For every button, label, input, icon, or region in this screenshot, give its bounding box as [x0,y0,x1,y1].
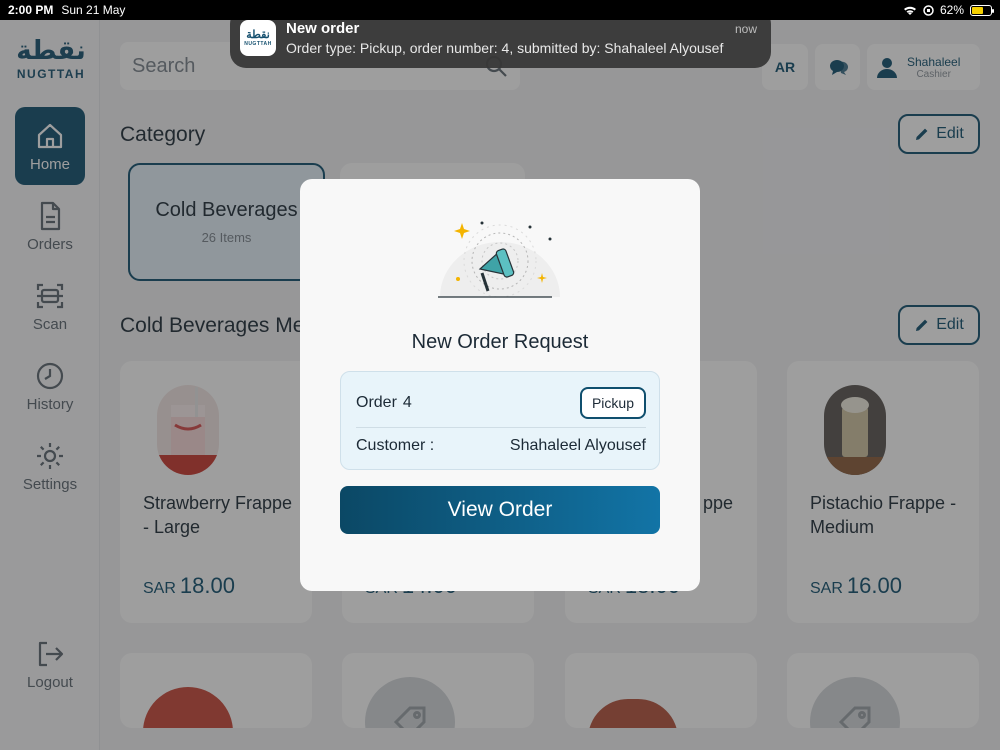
status-bar: 2:00 PM Sun 21 May 62% [0,0,1000,20]
order-label: Order [356,394,397,411]
modal-title: New Order Request [411,331,589,353]
notification-title: New order [286,20,360,37]
notification-body: New order Order type: Pickup, order numb… [286,20,761,56]
battery-percent: 62% [939,3,964,17]
orientation-lock-icon [923,4,934,16]
order-number-row: Order 4 Pickup [356,387,646,419]
divider [356,427,646,428]
order-summary: Order 4 Pickup Customer : Shahaleel Alyo… [340,371,660,470]
wifi-icon [903,6,916,15]
megaphone-icon [438,221,560,298]
order-type-badge: Pickup [579,387,646,419]
new-order-modal: New Order Request Order 4 Pickup Custome… [300,179,700,591]
view-order-button[interactable]: View Order [340,486,660,534]
app-icon-arabic: نقطة [246,28,270,41]
status-time: 2:00 PM [8,3,54,17]
status-right: 62% [903,3,994,17]
app-icon: نقطة NUGTTAH [240,20,276,56]
app-icon-english: NUGTTAH [244,40,272,47]
customer-label: Customer : [356,437,435,454]
notification-time: now [734,22,757,36]
customer-name: Shahaleel Alyousef [509,437,646,454]
customer-row: Customer : Shahaleel Alyousef [356,434,646,458]
order-number: 4 [402,394,412,411]
battery-icon [970,4,994,16]
battery-fill [972,6,984,14]
status-date: Sun 21 May [61,3,126,17]
notification-message: Order type: Pickup, order number: 4, sub… [286,40,724,56]
